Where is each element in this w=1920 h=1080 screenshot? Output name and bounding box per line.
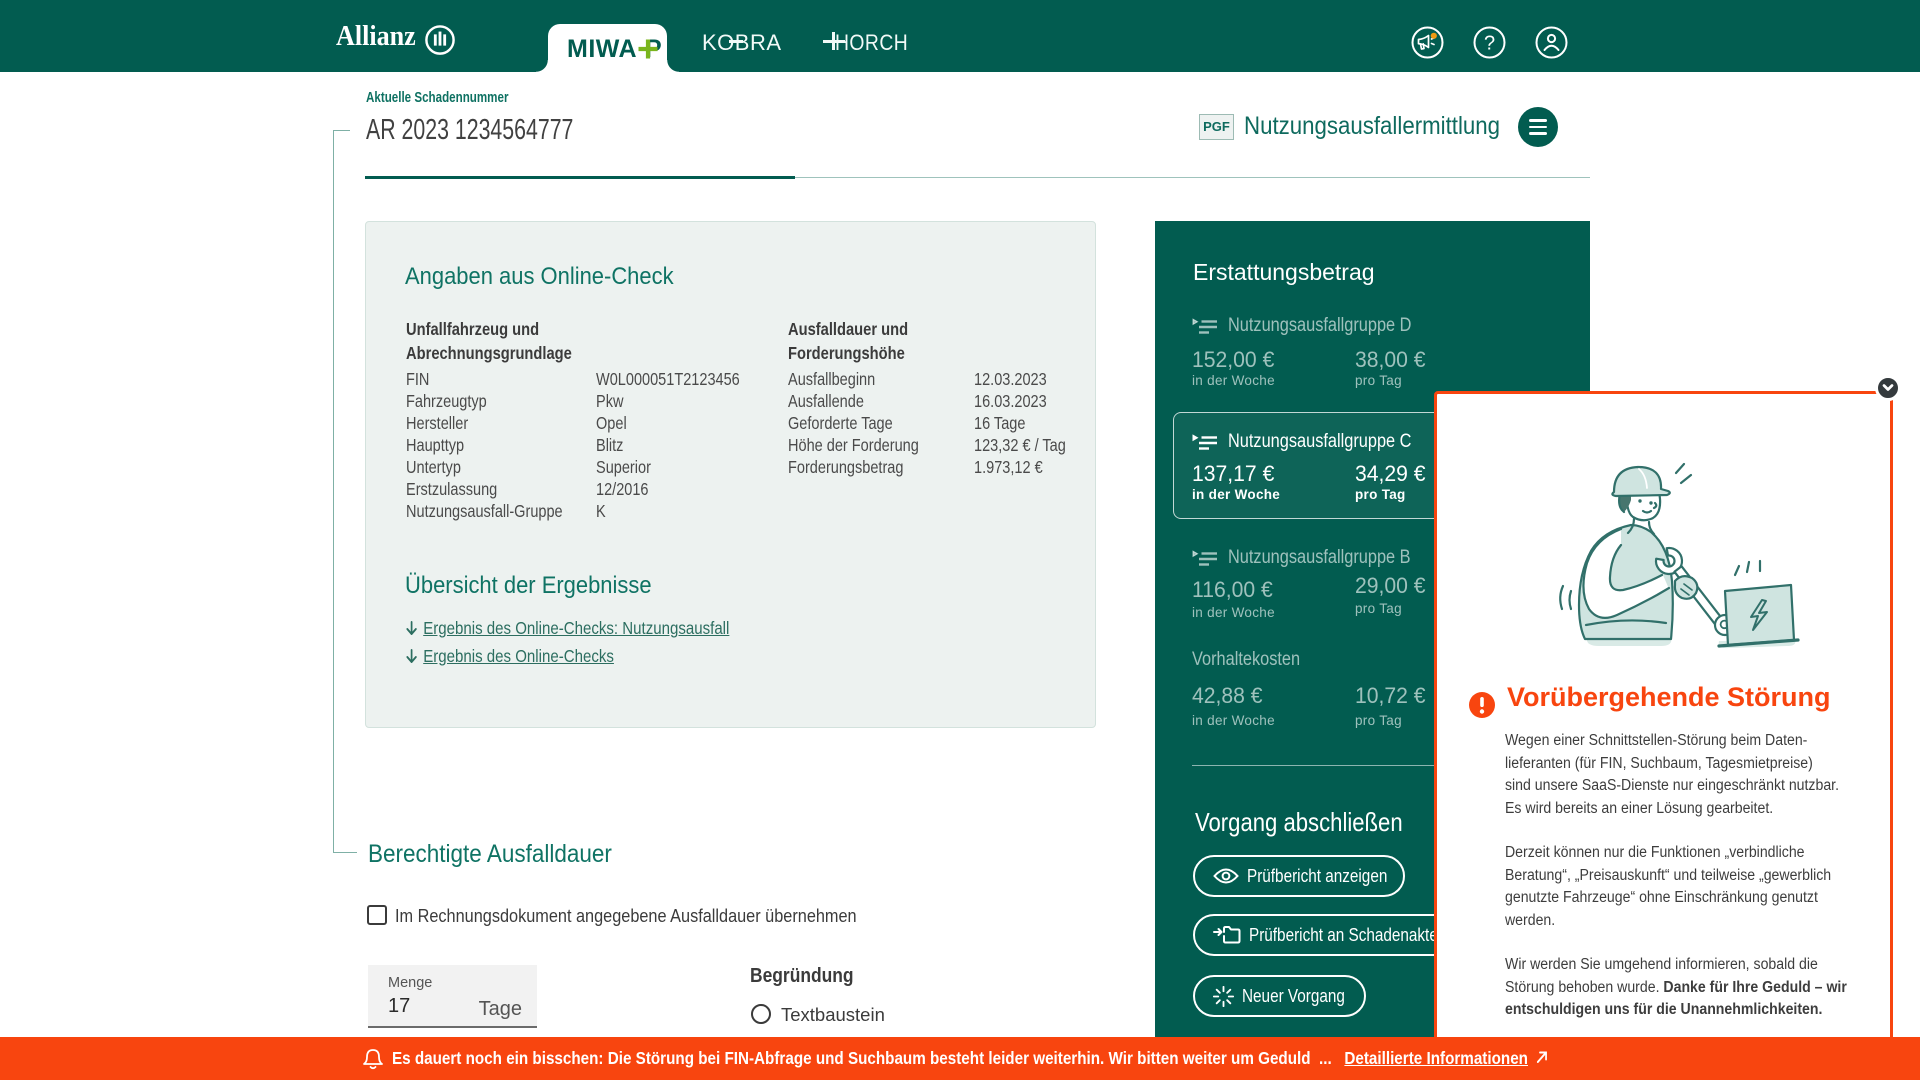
svg-text:?: ? [1484,33,1495,55]
